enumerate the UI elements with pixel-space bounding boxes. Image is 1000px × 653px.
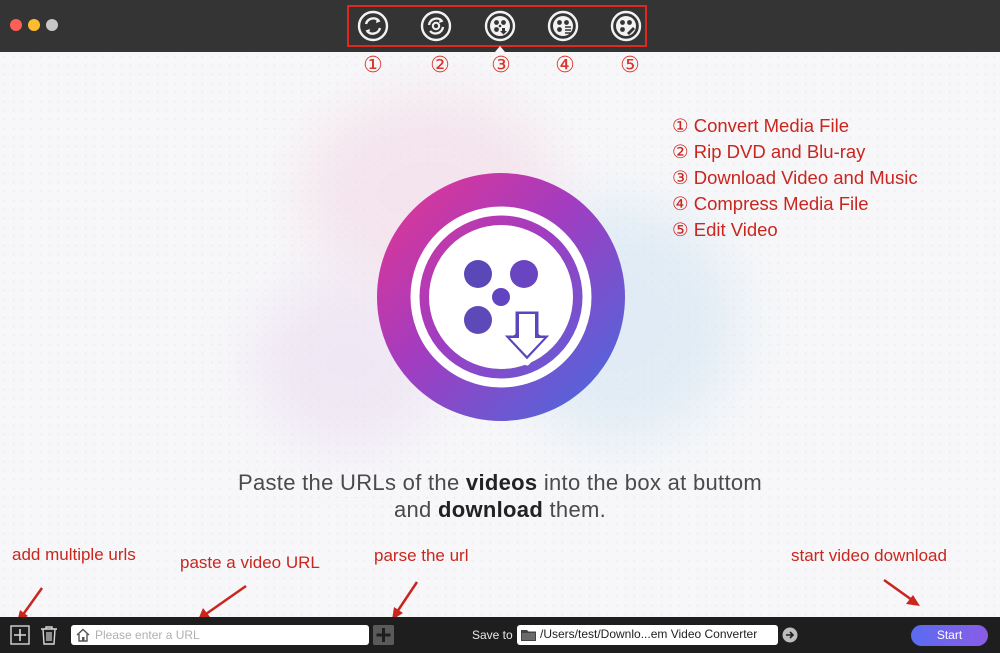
save-to-label: Save to [472, 628, 513, 642]
annotation-start-download: start video download [791, 546, 947, 565]
instruction-text: Paste the URLs of the videos into the bo… [150, 469, 850, 523]
legend-item: ② Rip DVD and Blu-ray [672, 141, 866, 162]
tool-number-label: ② [430, 53, 450, 78]
annotation-arrow [883, 578, 920, 606]
compress-tool-button[interactable] [547, 10, 579, 42]
legend-item: ④ Compress Media File [672, 193, 869, 214]
convert-tool-button[interactable] [357, 10, 389, 42]
add-urls-button[interactable] [10, 625, 30, 645]
edit-tool-button[interactable] [610, 10, 642, 42]
save-path-selector[interactable]: /Users/test/Downlo...em Video Converter [517, 625, 778, 645]
tool-number-label: ④ [555, 53, 575, 78]
convert-icon [357, 10, 389, 42]
compress-icon [547, 10, 579, 42]
parse-url-button[interactable] [373, 625, 394, 645]
headline-text: Paste the URLs of the [237, 470, 466, 495]
app-window: ① ② ③ ④ ⑤ ① Convert Media File ② Rip DVD… [0, 0, 1000, 653]
annotation-parse-url: parse the url [374, 546, 469, 565]
legend-item: ③ Download Video and Music [672, 167, 918, 188]
url-field [71, 625, 369, 645]
close-window-button[interactable] [10, 19, 22, 31]
home-icon [76, 628, 90, 642]
annotation-paste-url: paste a video URL [180, 553, 320, 572]
folder-icon [521, 630, 536, 641]
disc-rip-icon [420, 10, 452, 42]
legend-item: ⑤ Edit Video [672, 219, 778, 240]
download-video-logo-icon [377, 173, 625, 421]
headline-text: and [393, 497, 439, 522]
headline-bold: download [438, 497, 544, 522]
minimize-window-button[interactable] [28, 19, 40, 31]
tool-number-label: ⑤ [620, 53, 640, 78]
headline-bold: videos [465, 470, 538, 495]
download-video-icon [484, 10, 516, 42]
tool-number-label: ① [363, 53, 383, 78]
tool-number-label: ③ [491, 53, 511, 78]
headline-text: them. [543, 497, 607, 522]
headline-text: into the box at buttom [537, 470, 763, 495]
rip-tool-button[interactable] [420, 10, 452, 42]
edit-video-icon [610, 10, 642, 42]
save-path-text: /Users/test/Downlo...em Video Converter [540, 627, 758, 641]
zoom-window-button[interactable] [46, 19, 58, 31]
trash-button[interactable] [40, 625, 58, 645]
annotation-add-urls: add multiple urls [12, 545, 136, 564]
url-input[interactable] [95, 626, 363, 644]
annotation-arrow [392, 581, 419, 620]
title-bar [0, 0, 1000, 52]
bottom-bar: Save to /Users/test/Downlo...em Video Co… [0, 617, 1000, 653]
feature-legend: ① Convert Media File ② Rip DVD and Blu-r… [672, 113, 918, 243]
start-button[interactable]: Start [911, 625, 988, 646]
download-tool-button[interactable] [484, 10, 516, 42]
open-folder-arrow-icon[interactable] [782, 627, 798, 643]
legend-item: ① Convert Media File [672, 115, 849, 136]
